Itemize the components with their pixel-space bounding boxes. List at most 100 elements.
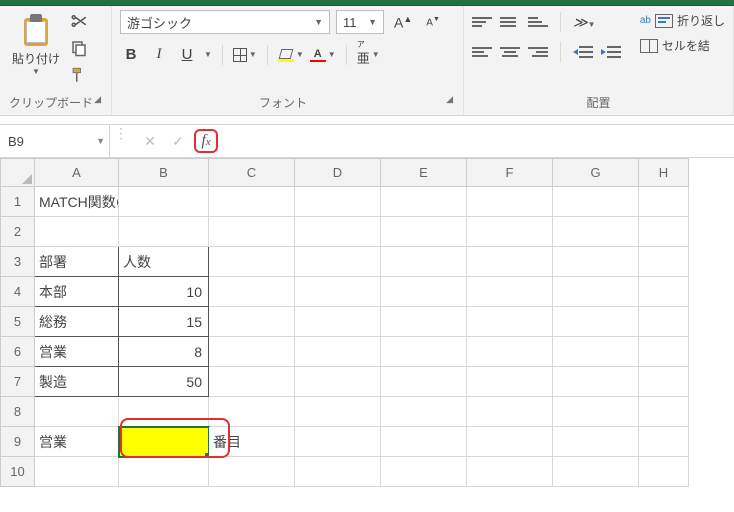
merge-cells-button[interactable]: セルを結	[640, 37, 725, 54]
align-left-button[interactable]	[472, 44, 492, 60]
cell-H8[interactable]	[639, 397, 689, 427]
cell-D6[interactable]	[295, 337, 381, 367]
cell-E6[interactable]	[381, 337, 467, 367]
col-header-H[interactable]: H	[639, 159, 689, 187]
col-header-G[interactable]: G	[553, 159, 639, 187]
cell-B1[interactable]	[119, 187, 209, 217]
name-box[interactable]: B9 ▼	[0, 125, 110, 157]
cell-F5[interactable]	[467, 307, 553, 337]
phonetic-guide-button[interactable]: ア亜 ▼	[357, 42, 380, 67]
row-header-8[interactable]: 8	[1, 397, 35, 427]
row-header-10[interactable]: 10	[1, 457, 35, 487]
bold-button[interactable]: B	[120, 46, 142, 63]
row-header-9[interactable]: 9	[1, 427, 35, 457]
cell-D8[interactable]	[295, 397, 381, 427]
cell-C9[interactable]: 番目	[209, 427, 295, 457]
cell-G9[interactable]	[553, 427, 639, 457]
align-middle-button[interactable]	[500, 14, 520, 30]
cell-H6[interactable]	[639, 337, 689, 367]
cell-C10[interactable]	[209, 457, 295, 487]
dialog-launcher-icon[interactable]: ◢	[94, 94, 103, 105]
cell-H10[interactable]	[639, 457, 689, 487]
cell-B10[interactable]	[119, 457, 209, 487]
cell-G2[interactable]	[553, 217, 639, 247]
shrink-font-button[interactable]: A▼	[422, 14, 444, 30]
cell-B4[interactable]: 10	[119, 277, 209, 307]
cell-C6[interactable]	[209, 337, 295, 367]
cell-F9[interactable]	[467, 427, 553, 457]
chevron-down-icon[interactable]: ▼	[204, 50, 212, 59]
cell-A8[interactable]	[35, 397, 119, 427]
enter-formula-button[interactable]: ✓	[166, 129, 190, 153]
cell-H7[interactable]	[639, 367, 689, 397]
col-header-A[interactable]: A	[35, 159, 119, 187]
cell-G7[interactable]	[553, 367, 639, 397]
cell-E1[interactable]	[381, 187, 467, 217]
cell-A4[interactable]: 本部	[35, 277, 119, 307]
cell-B5[interactable]: 15	[119, 307, 209, 337]
underline-button[interactable]: U	[176, 46, 198, 63]
align-right-button[interactable]	[528, 44, 548, 60]
cell-D5[interactable]	[295, 307, 381, 337]
cell-C3[interactable]	[209, 247, 295, 277]
row-header-1[interactable]: 1	[1, 187, 35, 217]
col-header-F[interactable]: F	[467, 159, 553, 187]
col-header-D[interactable]: D	[295, 159, 381, 187]
cell-D2[interactable]	[295, 217, 381, 247]
cell-H4[interactable]	[639, 277, 689, 307]
cell-E9[interactable]	[381, 427, 467, 457]
cell-F8[interactable]	[467, 397, 553, 427]
cell-A9[interactable]: 営業	[35, 427, 119, 457]
cell-C8[interactable]	[209, 397, 295, 427]
align-center-button[interactable]	[500, 44, 520, 60]
cell-B3[interactable]: 人数	[119, 247, 209, 277]
cell-G1[interactable]	[553, 187, 639, 217]
wrap-text-button[interactable]: ab 折り返し	[640, 12, 725, 29]
cell-D1[interactable]	[295, 187, 381, 217]
cell-F7[interactable]	[467, 367, 553, 397]
cell-E5[interactable]	[381, 307, 467, 337]
cell-A7[interactable]: 製造	[35, 367, 119, 397]
formula-input[interactable]	[224, 125, 734, 157]
cell-C7[interactable]	[209, 367, 295, 397]
cell-F10[interactable]	[467, 457, 553, 487]
cell-D10[interactable]	[295, 457, 381, 487]
row-header-2[interactable]: 2	[1, 217, 35, 247]
row-header-5[interactable]: 5	[1, 307, 35, 337]
cell-E8[interactable]	[381, 397, 467, 427]
col-header-E[interactable]: E	[381, 159, 467, 187]
cell-D4[interactable]	[295, 277, 381, 307]
italic-button[interactable]: I	[148, 46, 170, 63]
row-header-6[interactable]: 6	[1, 337, 35, 367]
cell-G8[interactable]	[553, 397, 639, 427]
cell-E4[interactable]	[381, 277, 467, 307]
chevron-down-icon[interactable]: ▼	[96, 136, 105, 146]
cell-G5[interactable]	[553, 307, 639, 337]
cell-F1[interactable]	[467, 187, 553, 217]
cell-A5[interactable]: 総務	[35, 307, 119, 337]
font-name-combo[interactable]: 游ゴシック ▼	[120, 10, 330, 34]
cell-E3[interactable]	[381, 247, 467, 277]
col-header-B[interactable]: B	[119, 159, 209, 187]
copy-button[interactable]	[70, 39, 88, 60]
paste-button[interactable]: 貼り付け ▼	[8, 10, 64, 80]
cancel-formula-button[interactable]: ✕	[138, 129, 162, 153]
cell-A1[interactable]: MATCH関数の使い方	[35, 187, 119, 217]
increase-indent-button[interactable]	[601, 44, 621, 60]
grow-font-button[interactable]: A▲	[390, 12, 416, 33]
cell-C1[interactable]	[209, 187, 295, 217]
cell-H1[interactable]	[639, 187, 689, 217]
cell-E10[interactable]	[381, 457, 467, 487]
cell-G4[interactable]	[553, 277, 639, 307]
row-header-3[interactable]: 3	[1, 247, 35, 277]
cell-C2[interactable]	[209, 217, 295, 247]
cell-A3[interactable]: 部署	[35, 247, 119, 277]
format-painter-button[interactable]	[70, 66, 88, 87]
cell-C4[interactable]	[209, 277, 295, 307]
cell-F3[interactable]	[467, 247, 553, 277]
font-size-combo[interactable]: 11 ▼	[336, 10, 384, 34]
cell-F2[interactable]	[467, 217, 553, 247]
orientation-button[interactable]: ≫▼	[573, 14, 596, 31]
cell-B9[interactable]	[119, 427, 209, 457]
border-button[interactable]: ▼	[233, 48, 257, 62]
